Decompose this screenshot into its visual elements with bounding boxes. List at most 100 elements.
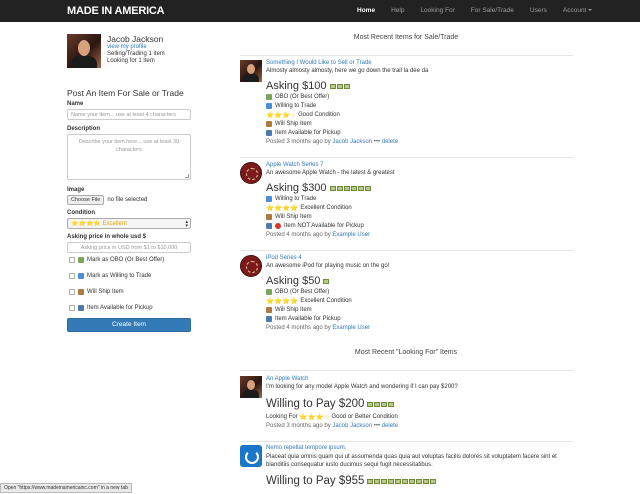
item-title-link[interactable]: Apple Watch Series 7 [266,162,573,168]
money-bills-icon [367,478,437,484]
package-icon [78,289,84,295]
selling-count: Selling/Trading 1 item [107,51,165,57]
nav-account-label: Account [562,7,587,14]
item-title-link[interactable]: An Apple Watch [266,376,573,382]
divider [240,55,573,56]
delete-link[interactable]: delete [382,423,398,429]
profile-card: Jacob Jackson view my profile Selling/Tr… [67,34,197,72]
obo-label: Mark as OBO (Or Best Offer) [87,257,165,263]
feature-text: Item NOT Available for Pickup [284,223,364,229]
feature-text: Excellent Condition [300,205,352,211]
pickup-checkbox[interactable] [69,305,75,311]
resize-grip-icon[interactable] [185,174,189,178]
star-rating-icon: ⭐⭐⭐☆ [266,112,297,119]
obo-checkbox[interactable] [69,257,75,263]
feature-text: Willing to Trade [275,103,317,109]
item-title-link[interactable]: Nemo repellat tempore ipsum. [266,445,573,451]
posted-text: Posted 4 months ago by [266,325,331,331]
feature-pickup: Item Available for Pickup [266,315,573,323]
item-title-link[interactable]: Something I Would Like to Sell or Trade [266,60,573,66]
create-item-button[interactable]: Create Item [67,318,191,332]
feature-trade: Willing to Trade [266,195,573,203]
item-thumbnail[interactable] [240,60,262,82]
condition-label: Condition [67,210,95,216]
ship-checkbox-row[interactable]: Will Ship Item [67,285,191,299]
separator-dots: ••• [373,139,381,145]
avatar[interactable] [67,34,101,68]
item-description: Placeat quia omnis quam qui ut assumenda… [266,454,557,468]
money-bills-icon [329,83,350,89]
divider [240,157,573,158]
item-thumbnail[interactable] [240,162,262,184]
name-label: Name [67,101,84,107]
feature-ship: Will Ship Item [266,120,573,128]
nav-home[interactable]: Home [349,0,383,22]
money-icon [78,257,84,263]
image-file-input: Choose File no file selected [67,195,191,205]
posted-text: Posted 3 months ago by [266,423,331,429]
nav-users[interactable]: Users [522,0,555,22]
feature-text: OBO (Or Best Offer) [275,289,330,295]
item-description: Almosty almosty almosty, here we go down… [266,68,429,74]
pickup-label: Item Available for Pickup [87,305,153,311]
delete-link[interactable]: delete [382,139,398,145]
item-price: Asking $50 [266,275,573,287]
divider [240,370,573,371]
trade-checkbox-row[interactable]: Mark as Willing to Trade [67,269,191,283]
ship-checkbox[interactable] [69,289,75,295]
feature-obo: OBO (Or Best Offer) [266,288,573,296]
price-text: Willing to Pay $200 [266,398,365,410]
nav-for-sale-trade[interactable]: For Sale/Trade [463,0,522,22]
choose-file-button[interactable]: Choose File [67,195,105,205]
item-thumbnail[interactable] [240,255,262,277]
link-status-tooltip: Open "https://www.madeinamericainc.com" … [0,483,132,493]
author-link[interactable]: Jacob Jackson [332,139,372,145]
item-thumbnail[interactable] [240,376,262,398]
view-profile-link[interactable]: view my profile [107,44,147,50]
feature-text: OBO (Or Best Offer) [275,94,330,100]
navbar: MADE IN AMERICA Home Help Looking For Fo… [0,0,640,22]
trade-label: Mark as Willing to Trade [87,273,152,279]
feature-text: Willing to Trade [275,196,317,202]
item-price: Asking $100 [266,80,573,92]
author-link[interactable]: Jacob Jackson [332,423,372,429]
price-input[interactable]: Asking price in USD from $1 to $10,000 [67,242,191,253]
posted-text: Posted 3 months ago by [266,139,331,145]
nav-help[interactable]: Help [383,0,412,22]
brand-logo[interactable]: MADE IN AMERICA [67,5,165,17]
item-thumbnail[interactable] [240,445,262,467]
profile-name: Jacob Jackson [107,34,164,44]
package-icon [266,121,272,127]
trade-icon [78,273,84,279]
item-description-textarea[interactable]: Describe your item here... use at least … [67,134,191,180]
condition-value: ⭐⭐⭐⭐ Excellent [71,221,127,227]
author-link[interactable]: Example User [332,232,370,238]
price-text: Asking $50 [266,275,321,287]
feature-text: Will Ship Item [275,307,312,313]
feature-ship: Will Ship Item [266,213,573,221]
trade-icon [266,103,272,109]
money-bills-icon [367,401,395,407]
obo-checkbox-row[interactable]: Mark as OBO (Or Best Offer) [67,253,191,267]
item-title-link[interactable]: iPod Series 4 [266,255,573,261]
trade-checkbox[interactable] [69,273,75,279]
sale-section-heading: Most Recent Items for Sale/Trade [353,34,459,41]
nav-looking-for[interactable]: Looking For [412,0,462,22]
price-text: Asking $300 [266,182,327,194]
item-price: Asking $300 [266,182,573,194]
nav-account[interactable]: Account [555,0,601,22]
condition-select[interactable]: ⭐⭐⭐⭐ Excellent ▴ ▾ [67,218,191,229]
pickup-checkbox-row[interactable]: Item Available for Pickup [67,301,191,315]
feature-text: Item Available for Pickup [275,316,341,322]
feature-pickup: Item Available for Pickup [266,129,573,137]
package-icon [266,214,272,220]
author-link[interactable]: Example User [332,325,370,331]
item-description: I'm looking for any model Apple Watch an… [266,384,458,390]
looking-count: Looking for 1 item [107,58,155,64]
item-name-input[interactable]: Name your item... use at least 4 charact… [67,109,191,120]
divider [240,441,573,442]
post-item-form: Post An Item For Sale or Trade Name Name… [67,88,191,332]
posted-info: Posted 3 months ago by Jacob Jackson •••… [266,139,573,145]
looking-for-text: Looking For [266,414,298,420]
nav-links: Home Help Looking For For Sale/Trade Use… [349,0,600,22]
